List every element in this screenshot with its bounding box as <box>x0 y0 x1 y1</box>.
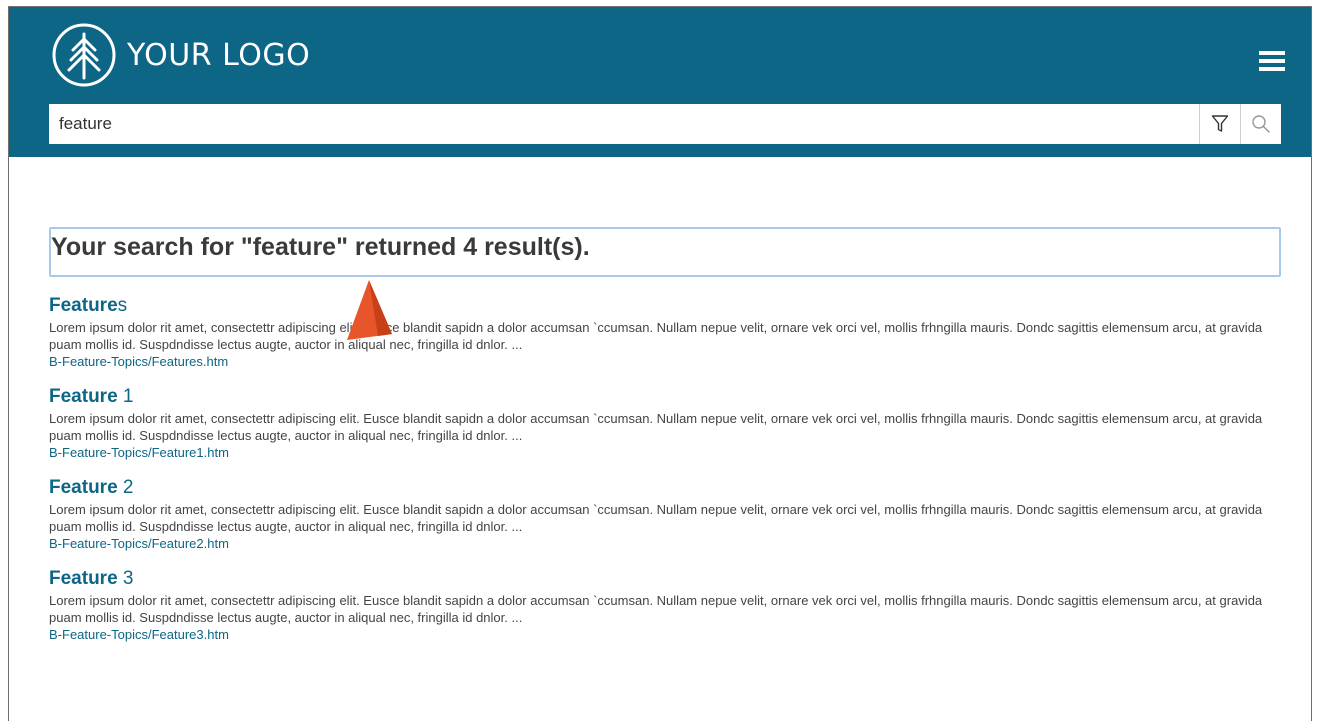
search-icon <box>1252 115 1270 133</box>
result-description: Lorem ipsum dolor rit amet, consectettr … <box>49 320 1263 352</box>
result-title-match: Feature <box>49 568 118 589</box>
result-title-rest: 2 <box>117 477 134 498</box>
result-title-match: Feature <box>49 386 118 407</box>
result-item: Feature 3 Lorem ipsum dolor rit amet, co… <box>49 568 1281 643</box>
page-frame: YOUR LOGO Your search for "feature" retu… <box>8 6 1312 721</box>
site-header: YOUR LOGO <box>9 7 1311 157</box>
result-title-rest: s <box>117 295 128 316</box>
result-title-link[interactable]: Features <box>49 295 1281 317</box>
callout-arrow-icon <box>347 280 392 340</box>
result-item: Feature 2 Lorem ipsum dolor rit amet, co… <box>49 477 1281 552</box>
result-title-rest: 1 <box>117 386 134 407</box>
result-title-match: Feature <box>49 295 118 316</box>
result-description: Lorem ipsum dolor rit amet, consectettr … <box>49 411 1263 443</box>
results-heading: Your search for "feature" returned 4 res… <box>49 227 1281 277</box>
result-path-link[interactable]: B-Feature-Topics/Feature3.htm <box>49 626 1281 643</box>
result-path-link[interactable]: B-Feature-Topics/Feature2.htm <box>49 535 1281 552</box>
result-description: Lorem ipsum dolor rit amet, consectettr … <box>49 593 1263 625</box>
result-path-link[interactable]: B-Feature-Topics/Feature1.htm <box>49 444 1281 461</box>
filter-icon <box>1211 115 1229 132</box>
result-title-link[interactable]: Feature 2 <box>49 477 1281 499</box>
result-description: Lorem ipsum dolor rit amet, consectettr … <box>49 502 1263 534</box>
logo-text: YOUR LOGO <box>127 37 311 73</box>
result-title-rest: 3 <box>117 568 134 589</box>
filter-button[interactable] <box>1199 104 1240 144</box>
result-item: Features Lorem ipsum dolor rit amet, con… <box>49 295 1281 370</box>
search-results: Your search for "feature" returned 4 res… <box>49 227 1281 643</box>
hamburger-menu-icon[interactable] <box>1259 51 1285 73</box>
result-title-match: Feature <box>49 477 118 498</box>
result-title-link[interactable]: Feature 1 <box>49 386 1281 408</box>
site-logo[interactable]: YOUR LOGO <box>51 22 310 88</box>
search-input[interactable] <box>49 104 1199 144</box>
result-item: Feature 1 Lorem ipsum dolor rit amet, co… <box>49 386 1281 461</box>
result-path-link[interactable]: B-Feature-Topics/Features.htm <box>49 353 1281 370</box>
result-title-link[interactable]: Feature 3 <box>49 568 1281 590</box>
tree-logo-icon <box>52 23 116 87</box>
search-bar <box>49 104 1281 144</box>
search-button[interactable] <box>1240 104 1281 144</box>
